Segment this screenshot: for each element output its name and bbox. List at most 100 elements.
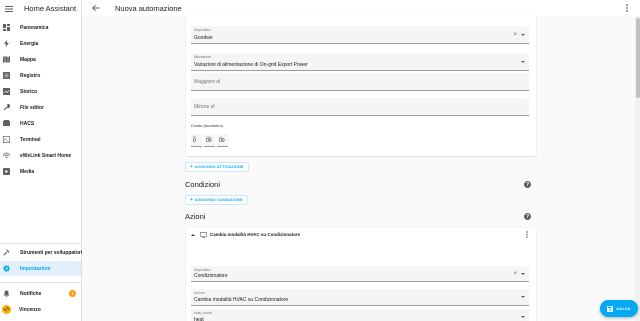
- duration-hours-input[interactable]: hh 0: [191, 134, 202, 147]
- field-value: Cambia modalità HVAC su Condizionatore: [194, 297, 289, 303]
- field-label: Dispositivo: [194, 268, 211, 272]
- sidebar-item-label: Notifiche: [20, 290, 42, 297]
- above-input[interactable]: Maggiore di: [191, 73, 529, 91]
- sidebar-item-mappa[interactable]: Mappa: [0, 52, 81, 67]
- field-label: hvac_mode: [194, 311, 213, 315]
- more-options-icon[interactable]: [622, 3, 632, 13]
- field-placeholder: Minore di: [194, 103, 215, 110]
- action-device-select[interactable]: Dispositivo Condizionatore ×: [191, 266, 529, 282]
- dropdown-arrow-icon[interactable]: [521, 33, 525, 36]
- more-options-icon[interactable]: [524, 231, 530, 238]
- back-arrow-icon[interactable]: [91, 3, 101, 13]
- page-title: Nuova automazione: [115, 3, 182, 13]
- action-title: Cambia modalità HVAC su Condizionatore: [210, 232, 301, 237]
- sidebar-item-hacs[interactable]: HACS: [0, 116, 81, 131]
- ewelink-icon: [3, 152, 10, 159]
- field-placeholder: Maggiore di: [194, 78, 221, 85]
- unit-value: 00: [219, 138, 225, 144]
- sidebar-item-label: Media: [20, 168, 35, 175]
- top-bar: Nuova automazione: [82, 0, 640, 16]
- duration-seconds-input[interactable]: ss 00: [217, 134, 228, 147]
- content-area: Dispositivo Goodwe × Attivazione Variazi…: [82, 16, 640, 321]
- sidebar-item-label: Strumenti per sviluppatori: [20, 249, 83, 256]
- add-trigger-button[interactable]: + AGGIUNGI ATTIVAZIONE: [185, 162, 249, 172]
- chart-icon: [3, 88, 10, 95]
- field-label: Dispositivo: [194, 28, 211, 32]
- sidebar-item-dev-tools[interactable]: Strumenti per sviluppatori: [0, 245, 83, 260]
- trigger-type-select[interactable]: Attivazione Variazioni di alimentazione …: [191, 53, 529, 71]
- notification-badge: 1: [69, 290, 76, 297]
- hammer-icon: [3, 249, 10, 256]
- sidebar-item-settings[interactable]: Impostazioni: [0, 261, 81, 276]
- sidebar-item-media[interactable]: Media: [0, 164, 81, 179]
- play-icon: [3, 168, 10, 175]
- sidebar-item-label: Impostazioni: [20, 265, 51, 272]
- field-value: Goodwe: [194, 35, 213, 41]
- sidebar-header: Home Assistant: [0, 0, 81, 17]
- save-icon: [607, 305, 614, 312]
- avatar: [2, 305, 11, 314]
- field-label: Azione: [194, 291, 205, 295]
- dropdown-arrow-icon[interactable]: [521, 316, 525, 318]
- sidebar-item-label: HACS: [20, 120, 35, 127]
- sidebar-item-label: Panoramica: [20, 24, 49, 31]
- sidebar: Home Assistant Panoramica Energia Mappa …: [0, 0, 82, 321]
- sidebar-item-label: File editor: [20, 104, 44, 111]
- sidebar-item-user[interactable]: Vincenzo: [0, 302, 81, 317]
- conditions-heading: Condizioni: [185, 180, 221, 189]
- sidebar-item-ewelink[interactable]: eWeLink Smart Home: [0, 148, 81, 163]
- field-value: Variazioni di alimentazione di On-grid E…: [194, 62, 308, 68]
- hvac-mode-select[interactable]: hvac_mode heat: [191, 309, 529, 321]
- save-button[interactable]: SALVA: [600, 300, 638, 317]
- unit-value: 0: [193, 138, 196, 144]
- sidebar-item-label: eWeLink Smart Home: [20, 152, 72, 159]
- help-icon[interactable]: ?: [524, 213, 531, 220]
- duration-minutes-input[interactable]: mm 00: [204, 134, 215, 147]
- device-icon: [200, 231, 207, 238]
- add-condition-button[interactable]: + AGGIUNGI CONDIZIONE: [185, 195, 248, 205]
- action-type-select[interactable]: Azione Cambia modalità HVAC su Condizion…: [191, 289, 529, 306]
- clear-icon[interactable]: ×: [513, 271, 517, 277]
- list-icon: [3, 72, 10, 79]
- dropdown-arrow-icon[interactable]: [521, 60, 525, 63]
- action-card: Cambia modalità HVAC su Condizionatore D…: [186, 228, 536, 321]
- sidebar-item-label: Energia: [20, 40, 39, 47]
- plus-icon: +: [190, 197, 193, 203]
- sidebar-item-storico[interactable]: Storico: [0, 84, 81, 99]
- field-value: heat: [194, 317, 204, 321]
- sidebar-item-label: Registro: [20, 72, 41, 79]
- trigger-device-select[interactable]: Dispositivo Goodwe ×: [191, 26, 529, 44]
- help-icon[interactable]: ?: [524, 181, 531, 188]
- field-label: Attivazione: [194, 55, 212, 59]
- clear-icon[interactable]: ×: [513, 32, 517, 38]
- gear-icon: [3, 265, 10, 272]
- scrollbar-thumb[interactable]: [636, 18, 640, 98]
- dashboard-icon: [3, 24, 10, 31]
- sidebar-item-label: Terminal: [20, 136, 41, 143]
- sidebar-item-notifications[interactable]: Notifiche 1: [0, 286, 81, 301]
- bell-icon: [3, 290, 10, 297]
- action-card-header[interactable]: Cambia modalità HVAC su Condizionatore: [186, 228, 536, 241]
- terminal-icon: [3, 136, 10, 143]
- sidebar-divider: [0, 243, 81, 244]
- sidebar-item-registro[interactable]: Registro: [0, 68, 81, 83]
- save-label: SALVA: [616, 306, 631, 311]
- sidebar-item-label: Mappa: [20, 56, 36, 63]
- below-input[interactable]: Minore di: [191, 98, 529, 116]
- sidebar-item-terminal[interactable]: Terminal: [0, 132, 81, 147]
- button-label: AGGIUNGI CONDIZIONE: [194, 198, 243, 202]
- sidebar-item-label: Vincenzo: [19, 306, 41, 313]
- dropdown-arrow-icon[interactable]: [521, 296, 525, 298]
- sidebar-item-file-editor[interactable]: File editor: [0, 100, 81, 115]
- chevron-up-icon[interactable]: [191, 233, 195, 236]
- sidebar-item-panoramica[interactable]: Panoramica: [0, 20, 81, 35]
- hacs-icon: [3, 120, 10, 127]
- plus-icon: +: [190, 164, 193, 170]
- sidebar-item-label: Storico: [20, 88, 38, 95]
- trigger-card: Dispositivo Goodwe × Attivazione Variazi…: [186, 16, 536, 156]
- dropdown-arrow-icon[interactable]: [521, 272, 525, 275]
- field-value: Condizionatore: [194, 273, 228, 279]
- menu-icon[interactable]: [4, 4, 14, 14]
- wrench-icon: [3, 104, 10, 111]
- sidebar-item-energia[interactable]: Energia: [0, 36, 81, 51]
